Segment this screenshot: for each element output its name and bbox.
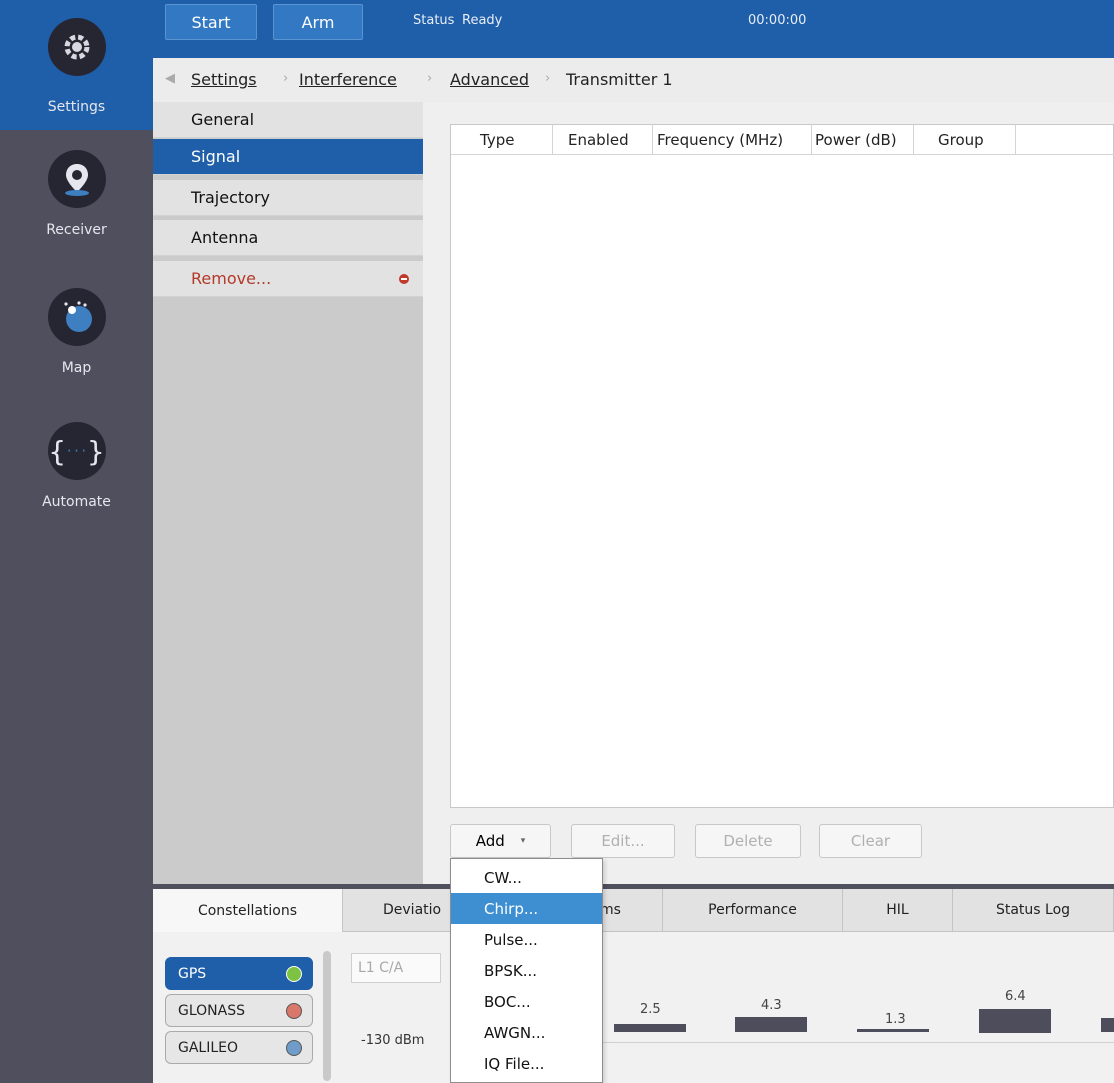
- top-toolbar: Start Arm Status Ready 00:00:00: [153, 0, 1114, 58]
- start-button[interactable]: Start: [165, 4, 257, 40]
- column-header-group[interactable]: Group: [938, 131, 984, 149]
- dropdown-item-awgn[interactable]: AWGN...: [451, 1017, 602, 1048]
- signal-bar: [1101, 1018, 1114, 1032]
- glonass-status-dot: [286, 1003, 302, 1019]
- bottom-tabs: Constellations Deviatio ms Performance H…: [153, 889, 1114, 932]
- chevron-right-icon: ›: [283, 71, 289, 86]
- menu-item-remove-label: Remove...: [191, 269, 272, 288]
- constellation-galileo[interactable]: GALILEO: [165, 1031, 313, 1064]
- bar-value: 4.3: [761, 998, 782, 1013]
- edit-button[interactable]: Edit...: [571, 824, 675, 858]
- constellation-glonass-label: GLONASS: [178, 1002, 245, 1019]
- back-arrow-icon[interactable]: ◀: [165, 71, 175, 86]
- tab-constellations[interactable]: Constellations: [153, 889, 343, 932]
- column-header-type[interactable]: Type: [480, 131, 514, 149]
- status-label: Status: [413, 13, 455, 28]
- constellation-gps-label: GPS: [178, 965, 207, 982]
- power-axis-label: -130 dBm: [361, 1033, 425, 1048]
- tab-hil[interactable]: HIL: [843, 889, 953, 932]
- gps-status-dot: [286, 966, 302, 982]
- rail-item-automate[interactable]: { ··· } Automate: [0, 422, 153, 532]
- dropdown-item-bpsk[interactable]: BPSK...: [451, 955, 602, 986]
- arm-button[interactable]: Arm: [273, 4, 363, 40]
- breadcrumb-advanced[interactable]: Advanced: [450, 70, 529, 89]
- delete-button[interactable]: Delete: [695, 824, 801, 858]
- breadcrumb-interference[interactable]: Interference: [299, 70, 397, 89]
- signal-bar: [614, 1024, 686, 1032]
- column-header-enabled[interactable]: Enabled: [568, 131, 629, 149]
- dropdown-item-pulse[interactable]: Pulse...: [451, 924, 602, 955]
- rail-label-settings: Settings: [47, 99, 106, 115]
- rail-item-receiver[interactable]: Receiver: [0, 150, 153, 260]
- rail-item-settings[interactable]: Settings: [0, 0, 153, 130]
- menu-item-signal[interactable]: Signal: [153, 139, 423, 175]
- rail-label-map: Map: [61, 360, 92, 376]
- settings-side-menu: General Signal Trajectory Antenna Remove…: [153, 102, 423, 884]
- chevron-right-icon: ›: [427, 71, 433, 86]
- add-signal-dropdown: CW... Chirp... Pulse... BPSK... BOC... A…: [450, 858, 603, 1083]
- column-header-power[interactable]: Power (dB): [815, 131, 897, 149]
- tab-status-log[interactable]: Status Log: [953, 889, 1114, 932]
- rail-label-automate: Automate: [42, 494, 111, 510]
- status-value: Ready: [462, 13, 503, 28]
- galileo-status-dot: [286, 1040, 302, 1056]
- rail-label-receiver: Receiver: [46, 222, 107, 238]
- minus-circle-icon: [399, 274, 409, 284]
- breadcrumb-current: Transmitter 1: [566, 70, 673, 89]
- dropdown-item-iq-file[interactable]: IQ File...: [451, 1048, 602, 1079]
- bottom-panel: Constellations Deviatio ms Performance H…: [153, 889, 1114, 1083]
- menu-item-remove[interactable]: Remove...: [153, 261, 423, 297]
- table-header: Type Enabled Frequency (MHz) Power (dB) …: [451, 125, 1114, 155]
- bar-value: 2.5: [640, 1002, 661, 1017]
- dropdown-item-boc[interactable]: BOC...: [451, 986, 602, 1017]
- gear-icon: [47, 18, 106, 76]
- signal-bar: [979, 1009, 1051, 1033]
- clear-button[interactable]: Clear: [819, 824, 922, 858]
- add-dropdown-button[interactable]: Add ▾: [450, 824, 551, 858]
- elapsed-timer: 00:00:00: [748, 13, 807, 28]
- signal-bar: [857, 1029, 929, 1032]
- left-nav-rail: Settings Receiver Map {···} Automate: [0, 0, 153, 1083]
- signal-table[interactable]: Type Enabled Frequency (MHz) Power (dB) …: [450, 124, 1114, 808]
- menu-item-general[interactable]: General: [153, 102, 423, 138]
- dropdown-item-chirp[interactable]: Chirp...: [451, 893, 602, 924]
- map-pin-icon: [47, 150, 106, 208]
- constellation-galileo-label: GALILEO: [178, 1039, 239, 1056]
- constellation-glonass[interactable]: GLONASS: [165, 994, 313, 1027]
- breadcrumb: ◀ Settings › Interference › Advanced › T…: [153, 58, 1114, 102]
- column-header-frequency[interactable]: Frequency (MHz): [657, 131, 783, 149]
- tab-performance[interactable]: Performance: [663, 889, 843, 932]
- breadcrumb-settings[interactable]: Settings: [191, 70, 257, 89]
- signal-panel: Type Enabled Frequency (MHz) Power (dB) …: [423, 102, 1114, 884]
- braces-icon: { ··· }: [47, 422, 106, 480]
- constellation-gps[interactable]: GPS: [165, 957, 313, 990]
- menu-item-antenna[interactable]: Antenna: [153, 220, 423, 256]
- dropdown-item-cw[interactable]: CW...: [451, 862, 602, 893]
- app-window: Settings Receiver Map {···} Automate S…: [0, 0, 1114, 1083]
- add-button-label: Add: [475, 832, 505, 850]
- rail-item-map[interactable]: Map: [0, 288, 153, 398]
- constellation-scrollbar[interactable]: [323, 951, 331, 1081]
- menu-item-trajectory[interactable]: Trajectory: [153, 180, 423, 216]
- bar-value: 1.3: [885, 1012, 906, 1027]
- signal-bar: [735, 1017, 807, 1032]
- globe-icon: [47, 288, 106, 346]
- caret-down-icon: ▾: [520, 836, 526, 846]
- signal-select[interactable]: L1 C/A: [351, 953, 441, 983]
- bar-value: 6.4: [1005, 989, 1026, 1004]
- chevron-right-icon: ›: [545, 71, 551, 86]
